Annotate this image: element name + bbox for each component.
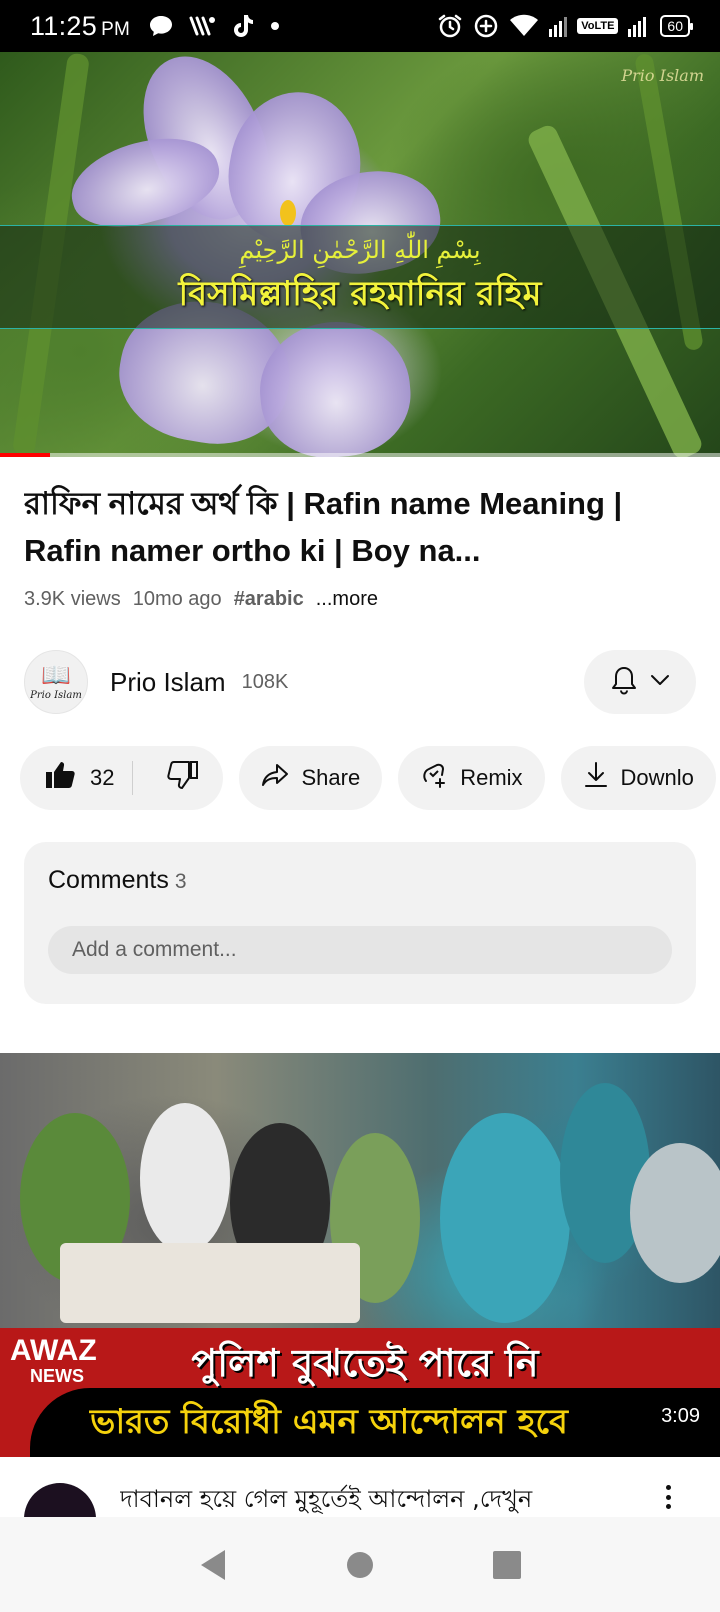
crowd-figure (140, 1103, 230, 1253)
status-bar: 11:25 PM VoLTE 60 (0, 0, 720, 52)
download-label: Downlo (620, 765, 694, 790)
bengali-caption: বিসমিল্লাহির রহমানির রহিম (178, 274, 542, 314)
next-video-title[interactable]: দাবানল হয়ে গেল মুহূর্তেই আন্দোলন ,দেখুন (120, 1481, 640, 1517)
crowd-figure (630, 1143, 720, 1283)
download-button[interactable]: Downlo (560, 746, 716, 810)
next-video-row[interactable]: দাবানল হয়ে গেল মুহূর্তেই আন্দোলন ,দেখুন (0, 1457, 720, 1517)
volte-badge: VoLTE (577, 18, 619, 34)
data-saver-icon (473, 13, 499, 39)
hashtag-link[interactable]: #arabic (234, 588, 304, 611)
share-button[interactable]: Share (239, 746, 383, 810)
comments-card[interactable]: Comments 3 Add a comment... (24, 842, 696, 1004)
back-triangle-icon (201, 1549, 226, 1580)
news-banner: AWAZ NEWS পুলিশ বুঝতেই পারে নি ভারত বিরো… (0, 1328, 720, 1457)
status-time-value: 11:25 (30, 10, 98, 41)
share-label: Share (301, 765, 361, 790)
comments-header: Comments 3 (48, 866, 187, 895)
subscriber-count: 108K (241, 670, 289, 693)
dot-icon (268, 19, 282, 33)
view-count: 3.9K views (24, 588, 121, 610)
dislike-button[interactable] (145, 760, 223, 796)
avatar-label: Prio Islam (30, 690, 82, 701)
banner-headline-2: ভারত বিরোধী এমন আন্দোলন হবে (90, 1402, 568, 1442)
share-icon (261, 762, 289, 794)
status-ampm: PM (101, 18, 131, 40)
notification-bell-button[interactable] (584, 650, 696, 714)
signal-icon (549, 15, 568, 37)
flower-petal (254, 315, 416, 457)
flower-center (280, 200, 296, 226)
alarm-icon (437, 13, 463, 39)
download-icon (583, 761, 609, 795)
like-button[interactable]: 32 (44, 760, 134, 796)
channel-avatar[interactable]: 📖 Prio Islam (24, 650, 88, 714)
video-player[interactable]: Prio Islam بِسْمِ اللّٰهِ الرَّحْمٰنِ ال… (0, 52, 720, 457)
comments-count: 3 (174, 870, 187, 893)
home-circle-icon (346, 1551, 373, 1578)
video-title[interactable]: রাফিন নামের অর্থ কি | Rafin name Meaning… (24, 480, 700, 574)
book-icon: 📖 (41, 662, 71, 689)
channel-name[interactable]: Prio Islam (110, 667, 226, 698)
like-count: 32 (90, 765, 115, 790)
more-options-icon[interactable] (656, 1481, 680, 1513)
back-button[interactable] (193, 1545, 233, 1585)
next-video-thumbnail[interactable]: AWAZ NEWS পুলিশ বুঝতেই পারে নি ভারত বিরো… (0, 1053, 720, 1457)
logo-sub: NEWS (30, 1366, 84, 1386)
system-nav-bar (0, 1517, 720, 1612)
comments-label: Comments (48, 866, 169, 894)
more-link[interactable]: ...more (316, 588, 378, 611)
next-channel-avatar[interactable] (24, 1483, 96, 1517)
protest-banner (60, 1243, 360, 1323)
remix-label: Remix (460, 765, 523, 790)
recents-button[interactable] (487, 1545, 527, 1585)
wifi-icon (509, 14, 539, 38)
tiktok-icon (230, 13, 254, 39)
upload-age: 10mo ago (132, 588, 222, 610)
wifi-calling-icon (188, 14, 216, 38)
like-dislike-pill: 32 (20, 746, 224, 810)
logo-main: AWAZ (10, 1334, 97, 1367)
channel-watermark: Prio Islam (621, 66, 704, 85)
home-button[interactable] (340, 1545, 380, 1585)
banner-headline-2-bg: ভারত বিরোধী এমন আন্দোলন হবে (30, 1388, 720, 1457)
thumbs-down-icon (167, 760, 199, 796)
battery-icon: 60 (660, 15, 693, 37)
video-duration: 3:09 (653, 1401, 708, 1432)
caption-band: بِسْمِ اللّٰهِ الرَّحْمٰنِ الرَّحِيْمِ ব… (0, 225, 720, 329)
signal-icon-2 (628, 15, 650, 37)
add-comment-input[interactable]: Add a comment... (48, 926, 672, 974)
remix-icon (420, 761, 448, 795)
thumbs-up-icon (44, 760, 76, 796)
remix-button[interactable]: Remix (398, 746, 545, 810)
action-bar: 32 Share Remix Downlo (20, 746, 720, 810)
bell-icon (610, 665, 638, 700)
recents-square-icon (492, 1550, 521, 1579)
chat-bubble-icon (148, 14, 174, 38)
arabic-caption: بِسْمِ اللّٰهِ الرَّحْمٰنِ الرَّحِيْمِ (239, 236, 481, 264)
crowd-figure (440, 1113, 570, 1323)
video-meta[interactable]: 3.9K views 10mo ago #arabic ...more (24, 588, 378, 611)
awaz-news-logo: AWAZ NEWS (10, 1334, 97, 1387)
status-time: 11:25 PM (30, 11, 130, 42)
channel-row: 📖 Prio Islam Prio Islam 108K (24, 650, 696, 714)
chevron-down-icon (650, 673, 670, 692)
